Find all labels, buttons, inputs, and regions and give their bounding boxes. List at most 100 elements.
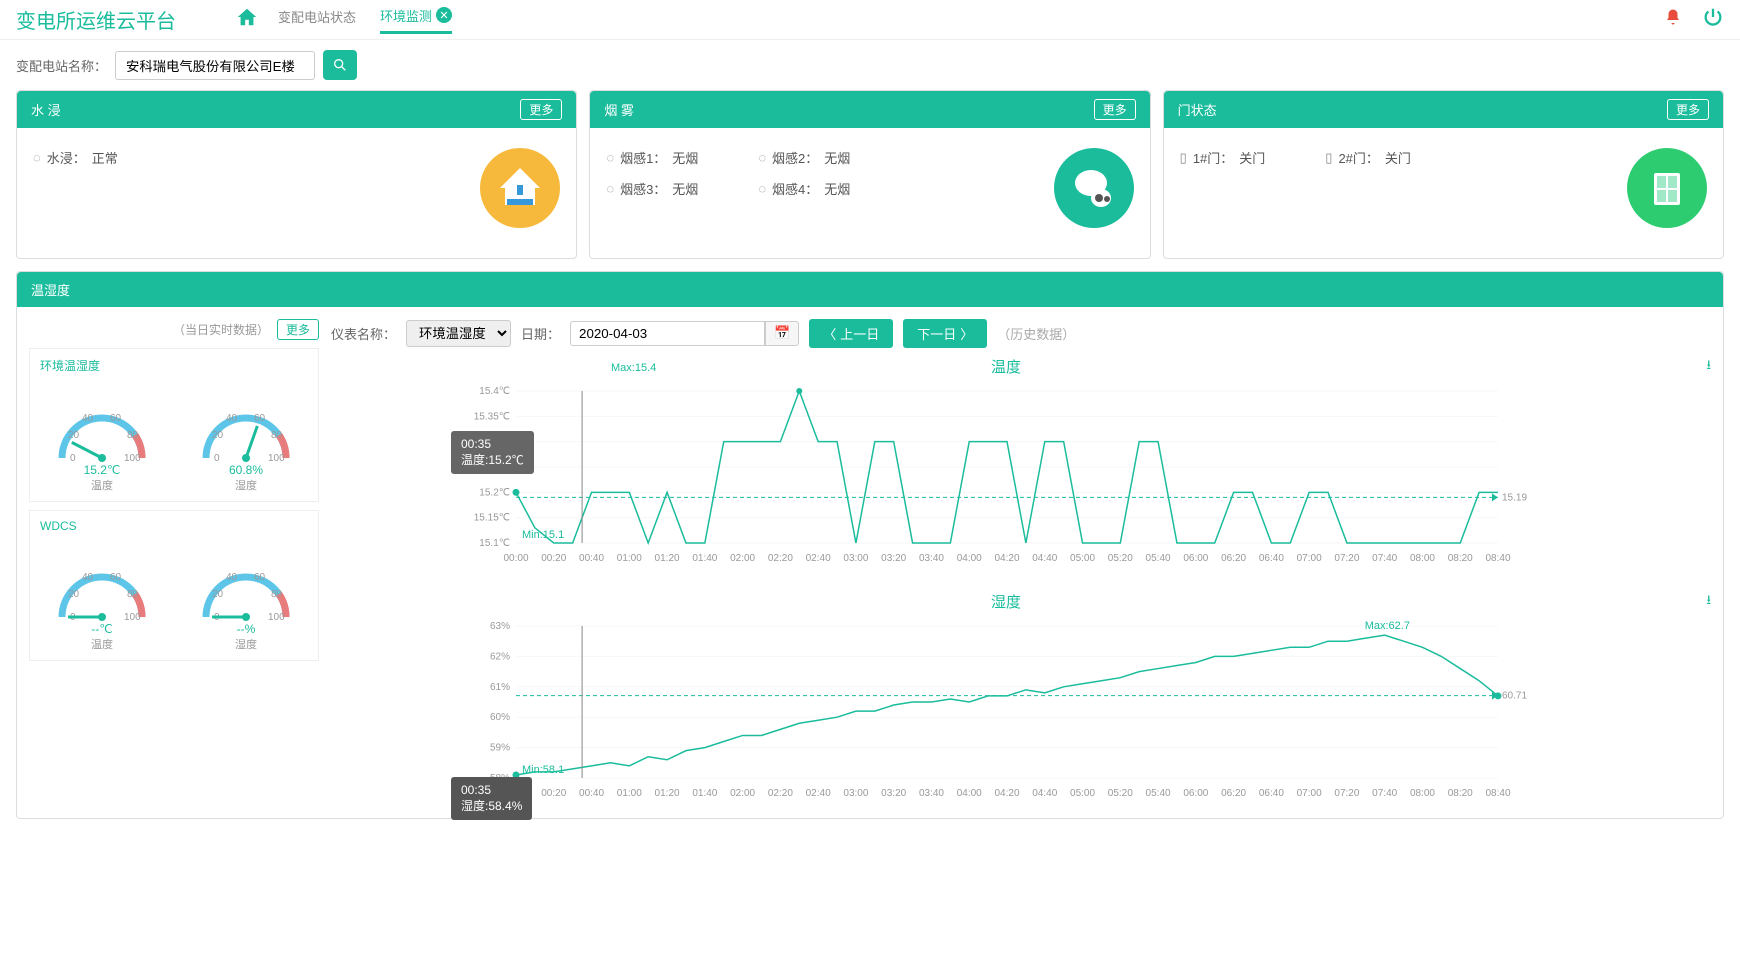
svg-text:00:00: 00:00 — [503, 788, 528, 799]
svg-text:80: 80 — [271, 589, 283, 600]
svg-text:04:00: 04:00 — [957, 788, 982, 799]
svg-text:20: 20 — [212, 430, 224, 441]
download-icon[interactable]: ⭳ — [1706, 591, 1711, 613]
svg-text:80: 80 — [271, 430, 283, 441]
meter-select[interactable]: 环境温湿度 — [406, 320, 511, 347]
chart-title-temp: 温度 — [331, 356, 1681, 377]
svg-text:03:20: 03:20 — [881, 553, 906, 564]
svg-text:40: 40 — [226, 413, 238, 424]
svg-text:40: 40 — [82, 413, 94, 424]
home-icon[interactable] — [236, 6, 258, 34]
door-icon: ▯ — [1180, 150, 1187, 166]
more-button[interactable]: 更多 — [1667, 99, 1709, 120]
svg-text:04:00: 04:00 — [957, 553, 982, 564]
fire-icon: ◌ — [758, 150, 766, 165]
svg-text:01:20: 01:20 — [655, 553, 680, 564]
svg-text:02:00: 02:00 — [730, 553, 755, 564]
svg-text:00:20: 00:20 — [541, 553, 566, 564]
tab-station-status[interactable]: 变配电站状态 — [278, 6, 356, 34]
svg-text:01:40: 01:40 — [692, 788, 717, 799]
svg-text:02:40: 02:40 — [806, 788, 831, 799]
card-title: 门状态 — [1178, 100, 1217, 119]
card-smoke: 烟 雾 更多 ◌烟感1：无烟 ◌烟感2：无烟 ◌烟感3：无烟 ◌烟感4：无烟 — [589, 90, 1150, 259]
power-icon[interactable] — [1702, 6, 1724, 34]
svg-text:60: 60 — [110, 413, 122, 424]
svg-text:15.15℃: 15.15℃ — [474, 513, 510, 524]
fire-icon: ◌ — [758, 181, 766, 196]
svg-text:Min:58.1: Min:58.1 — [522, 764, 564, 776]
svg-text:60: 60 — [254, 572, 266, 583]
svg-text:08:20: 08:20 — [1448, 788, 1473, 799]
bell-icon[interactable] — [1664, 8, 1682, 31]
svg-text:60: 60 — [110, 572, 122, 583]
svg-text:20: 20 — [68, 589, 80, 600]
svg-text:58%: 58% — [490, 773, 510, 784]
svg-text:01:00: 01:00 — [617, 788, 642, 799]
svg-text:04:40: 04:40 — [1032, 553, 1057, 564]
svg-text:0: 0 — [214, 453, 220, 464]
gauge-temp: 0 20 40 60 80 100 15.2℃温度 — [37, 378, 167, 493]
tab-env-monitor[interactable]: 环境监测 ✕ — [380, 6, 452, 34]
svg-text:07:40: 07:40 — [1372, 788, 1397, 799]
fire-icon: ◌ — [606, 181, 614, 196]
svg-text:05:40: 05:40 — [1146, 553, 1171, 564]
svg-text:80: 80 — [127, 589, 139, 600]
more-button[interactable]: 更多 — [277, 319, 319, 340]
smoke-mask-icon — [1054, 148, 1134, 228]
max-annotation: Max:15.4 — [611, 362, 656, 374]
svg-text:07:20: 07:20 — [1334, 788, 1359, 799]
svg-text:15.4℃: 15.4℃ — [479, 386, 510, 397]
svg-text:60: 60 — [254, 413, 266, 424]
svg-text:01:00: 01:00 — [617, 553, 642, 564]
chevron-right-icon: 〉 — [960, 324, 973, 343]
svg-text:63%: 63% — [490, 621, 510, 632]
svg-text:60.71: 60.71 — [1502, 691, 1527, 702]
svg-text:08:00: 08:00 — [1410, 553, 1435, 564]
svg-text:05:00: 05:00 — [1070, 788, 1095, 799]
svg-text:06:00: 06:00 — [1183, 788, 1208, 799]
svg-text:04:40: 04:40 — [1032, 788, 1057, 799]
search-label: 变配电站名称： — [16, 56, 107, 75]
calendar-icon[interactable]: 📅 — [765, 321, 799, 346]
chart-title-hum: 湿度 — [331, 591, 1681, 612]
station-name-input[interactable] — [115, 51, 315, 80]
svg-text:Max:62.7: Max:62.7 — [1365, 620, 1410, 632]
svg-text:07:40: 07:40 — [1372, 553, 1397, 564]
svg-text:02:20: 02:20 — [768, 553, 793, 564]
svg-text:100: 100 — [268, 612, 285, 623]
svg-text:Min:15.1: Min:15.1 — [522, 529, 564, 541]
svg-text:05:00: 05:00 — [1070, 553, 1095, 564]
logo: 变电所运维云平台 — [16, 5, 176, 34]
svg-text:05:20: 05:20 — [1108, 788, 1133, 799]
svg-text:0: 0 — [70, 453, 76, 464]
svg-text:62%: 62% — [490, 651, 510, 662]
svg-text:80: 80 — [127, 430, 139, 441]
prev-day-button[interactable]: 〈上一日 — [809, 319, 893, 348]
svg-text:15.25℃: 15.25℃ — [474, 462, 510, 473]
svg-text:15.2℃: 15.2℃ — [479, 487, 510, 498]
svg-text:08:40: 08:40 — [1485, 788, 1510, 799]
close-icon[interactable]: ✕ — [436, 7, 452, 23]
more-button[interactable]: 更多 — [520, 99, 562, 120]
svg-text:40: 40 — [226, 572, 238, 583]
svg-text:05:40: 05:40 — [1146, 788, 1171, 799]
svg-text:02:00: 02:00 — [730, 788, 755, 799]
svg-text:06:40: 06:40 — [1259, 553, 1284, 564]
svg-text:15.35℃: 15.35℃ — [474, 411, 510, 422]
more-button[interactable]: 更多 — [1094, 99, 1136, 120]
svg-text:02:20: 02:20 — [768, 788, 793, 799]
next-day-button[interactable]: 下一日〉 — [903, 319, 987, 348]
date-input[interactable] — [570, 321, 765, 346]
svg-text:00:40: 00:40 — [579, 788, 604, 799]
search-button[interactable] — [323, 50, 357, 80]
svg-text:01:40: 01:40 — [692, 553, 717, 564]
section-title: 温湿度 — [17, 272, 1723, 307]
gauge-hum: 0 20 40 60 80 100 --%湿度 — [181, 537, 311, 652]
label: 水浸： — [47, 148, 86, 167]
date-label: 日期： — [521, 324, 560, 343]
meter-label: 仪表名称： — [331, 324, 396, 343]
svg-text:06:20: 06:20 — [1221, 553, 1246, 564]
svg-text:03:00: 03:00 — [843, 553, 868, 564]
gauge-group: 环境温湿度 0 20 40 60 80 100 15.2℃温度 0 20 40 … — [29, 348, 319, 502]
download-icon[interactable]: ⭳ — [1706, 356, 1711, 378]
